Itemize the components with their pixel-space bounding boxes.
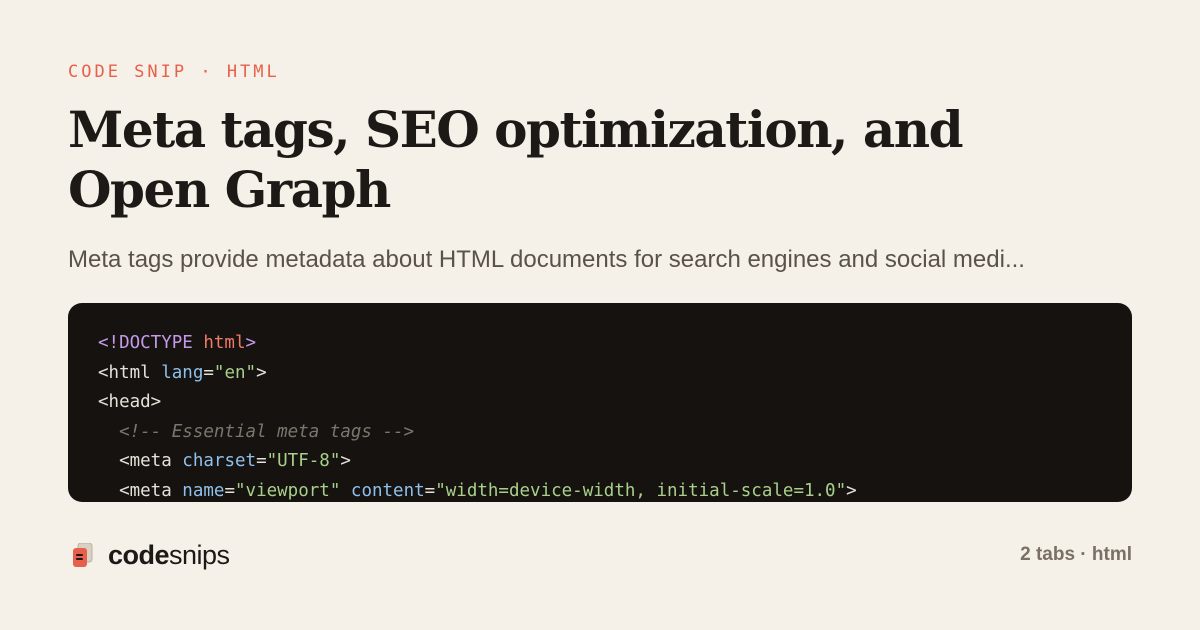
code-token: = (224, 480, 235, 501)
code-token: "viewport" (235, 480, 341, 501)
snippet-stack-icon (72, 542, 94, 569)
code-block: <!DOCTYPE html> <html lang="en"> <head> <!… (68, 303, 1132, 502)
code-token: = (203, 362, 214, 383)
code-token: name (182, 480, 225, 501)
code-token: "UTF-8" (266, 451, 341, 471)
code-token: > (846, 480, 857, 501)
code-token: html (203, 333, 246, 353)
code-line: <meta charset="UTF-8"> (98, 447, 1102, 477)
code-token: = (424, 480, 436, 501)
code-line: <!-- Essential meta tags --> (98, 418, 1102, 448)
code-token: <head> (98, 392, 162, 412)
code-token: lang (161, 362, 204, 383)
code-line: <meta name="viewport" content="width=dev… (98, 477, 1102, 503)
code-token: "width=device-width, initial-scale=1.0" (435, 480, 847, 501)
brand-logo: codesnips (72, 540, 230, 571)
code-token: <html (98, 362, 162, 383)
code-token: > (340, 451, 351, 471)
brand-name-light: snips (169, 540, 230, 570)
brand-name-strong: code (108, 540, 170, 570)
code-token: = (256, 451, 267, 471)
code-token: <meta (98, 480, 183, 501)
code-token: > (245, 333, 257, 353)
code-line: <html lang="en"> (98, 359, 1102, 389)
code-line: <head> (98, 388, 1102, 418)
code-line: <!DOCTYPE html> (98, 329, 1102, 359)
code-token: <!DOCTYPE (98, 333, 204, 353)
page-title: Meta tags, SEO optimization, and Open Gr… (68, 100, 964, 219)
code-token: > (256, 362, 267, 383)
code-token: content (350, 480, 425, 501)
code-token: <meta (98, 451, 183, 471)
code-token: "en" (213, 362, 257, 383)
eyebrow-label: CODE SNIP · HTML (68, 62, 280, 82)
code-token: charset (182, 451, 257, 471)
brand-name: codesnips (108, 540, 230, 571)
snippet-meta: 2 tabs · html (1020, 544, 1132, 565)
code-token: <!-- Essential meta tags --> (98, 421, 415, 442)
page-description: Meta tags provide metadata about HTML do… (68, 246, 1025, 273)
